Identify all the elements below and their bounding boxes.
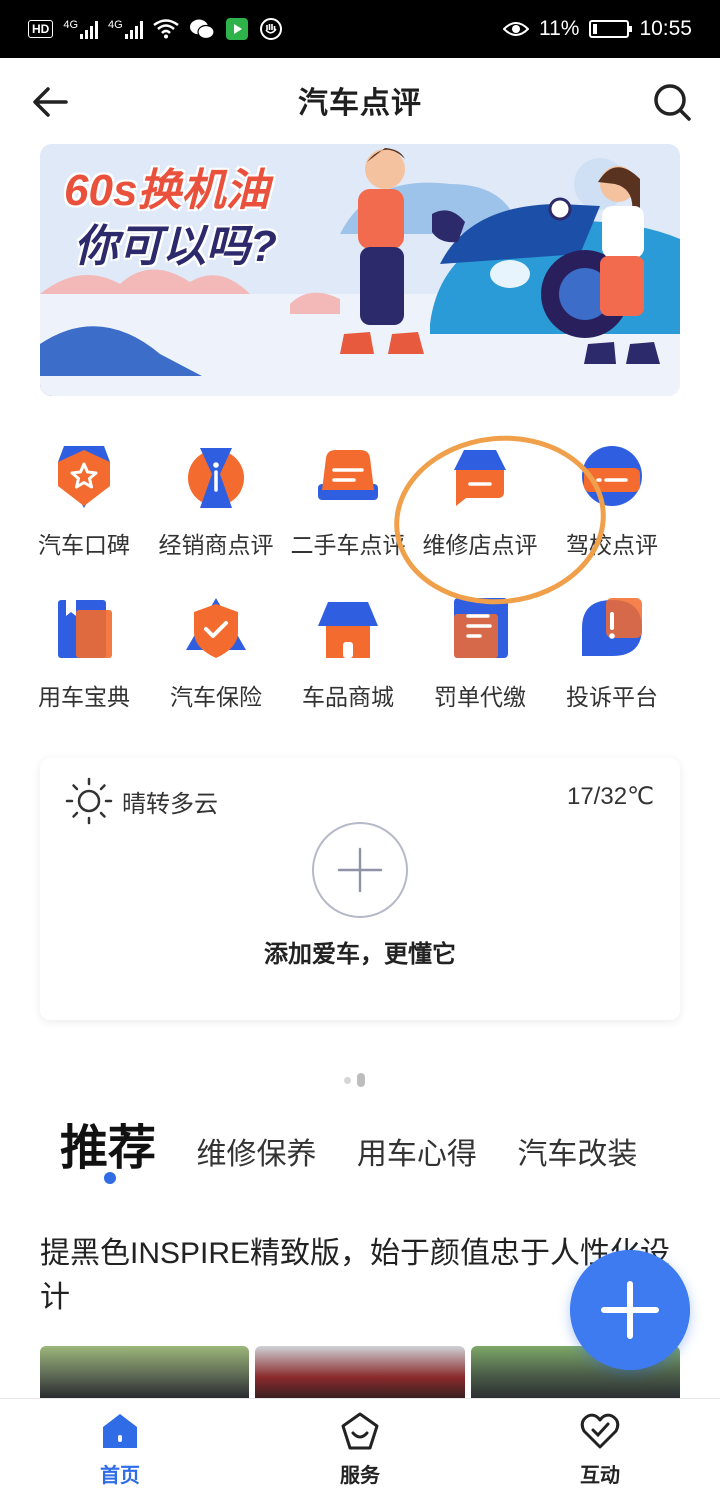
service-item-ticket-payment[interactable]: 罚单代缴	[414, 592, 546, 744]
promo-banner[interactable]: 60s换机油 你可以吗?	[40, 144, 680, 396]
app-header: 汽车点评	[0, 58, 720, 142]
service-item-used-car-review[interactable]: 二手车点评	[282, 440, 414, 592]
back-arrow-icon[interactable]	[28, 80, 72, 124]
book-icon	[58, 600, 112, 658]
my-car-card: 晴转多云 17/32℃ 添加爱车，更懂它	[40, 758, 680, 1020]
service-icon	[341, 1412, 379, 1450]
complaint-icon	[582, 598, 642, 656]
sun-icon	[65, 777, 113, 825]
service-label: 驾校点评	[566, 532, 658, 558]
wechat-icon	[189, 19, 215, 40]
service-item-car-insurance[interactable]: 汽车保险	[150, 592, 282, 744]
battery-icon	[589, 20, 633, 38]
service-label: 罚单代缴	[434, 684, 526, 710]
home-icon	[103, 1414, 137, 1448]
nav-service[interactable]: 服务	[240, 1399, 480, 1496]
video-app-icon	[225, 18, 248, 40]
service-label: 二手车点评	[290, 532, 406, 558]
weather-text: 晴转多云	[122, 790, 218, 818]
status-bar: HD 4G 4G 11% 10:55	[0, 0, 720, 58]
service-item-driving-school-review[interactable]: 驾校点评	[546, 440, 678, 592]
badge-star-icon	[58, 446, 110, 508]
service-label: 汽车口碑	[38, 532, 130, 558]
service-item-car-mall[interactable]: 车品商城	[282, 592, 414, 744]
service-label: 用车宝典	[38, 684, 130, 710]
weather-info: 晴转多云	[64, 776, 218, 826]
active-tab-dot	[104, 1172, 116, 1184]
service-label: 经销商点评	[158, 532, 274, 558]
used-car-icon	[318, 450, 378, 500]
wifi-icon	[152, 19, 179, 39]
service-label: 车品商城	[302, 684, 394, 710]
signal-icon: 4G	[63, 19, 99, 39]
service-label: 汽车保险	[170, 684, 262, 710]
banner-headline: 60s换机油	[64, 166, 270, 215]
clock: 10:55	[639, 17, 692, 40]
service-item-car-handbook[interactable]: 用车宝典	[18, 592, 150, 744]
repair-shop-icon	[454, 450, 506, 506]
temperature: 17/32℃	[566, 783, 654, 810]
article-image	[40, 1346, 250, 1398]
search-icon[interactable]	[650, 80, 694, 124]
service-item-complaint-platform[interactable]: 投诉平台	[546, 592, 678, 744]
service-label: 投诉平台	[566, 684, 658, 710]
battery-percent: 11%	[538, 17, 580, 40]
shop-icon	[318, 602, 378, 658]
content-tabs: 推荐 维修保养 用车心得 汽车改装	[60, 1108, 660, 1188]
nav-interact[interactable]: 互动	[480, 1399, 720, 1496]
eye-icon	[502, 22, 529, 36]
nav-label: 首页	[100, 1465, 140, 1487]
bottom-navigation: 首页 服务 互动	[0, 1398, 720, 1496]
interact-icon	[580, 1413, 620, 1449]
nav-label: 服务	[340, 1465, 380, 1487]
tab-experience[interactable]: 用车心得	[357, 1129, 477, 1173]
banner-subheadline: 你可以吗?	[74, 222, 277, 271]
hd-badge: HD	[28, 20, 54, 38]
service-grid: 汽车口碑 经销商点评 二手车点评 维修店点评 驾校点评 用车宝典 汽车保险 车品…	[18, 440, 704, 744]
article-image	[255, 1346, 465, 1398]
service-item-car-reputation[interactable]: 汽车口碑	[18, 440, 150, 592]
nav-home[interactable]: 首页	[0, 1399, 240, 1496]
service-item-dealer-review[interactable]: 经销商点评	[150, 440, 282, 592]
shield-app-icon	[259, 18, 282, 40]
tab-recommend[interactable]: 推荐	[60, 1108, 156, 1184]
nav-label: 互动	[580, 1465, 620, 1487]
signal-icon-2: 4G	[108, 19, 143, 39]
service-item-repair-shop-review[interactable]: 维修店点评	[414, 440, 546, 592]
tab-maintenance[interactable]: 维修保养	[196, 1129, 316, 1173]
add-post-button[interactable]	[570, 1250, 690, 1370]
driving-school-icon	[582, 446, 642, 506]
dealer-icon	[188, 448, 244, 508]
add-car-button[interactable]	[312, 822, 408, 918]
page-indicator	[344, 1073, 365, 1087]
ticket-icon	[454, 598, 508, 658]
add-car-label[interactable]: 添加爱车，更懂它	[40, 934, 680, 969]
tab-modification[interactable]: 汽车改装	[517, 1129, 637, 1173]
shield-check-icon	[186, 598, 246, 658]
article-thumbnails[interactable]	[40, 1346, 680, 1398]
page-title: 汽车点评	[298, 87, 422, 120]
service-label: 维修店点评	[422, 532, 538, 558]
